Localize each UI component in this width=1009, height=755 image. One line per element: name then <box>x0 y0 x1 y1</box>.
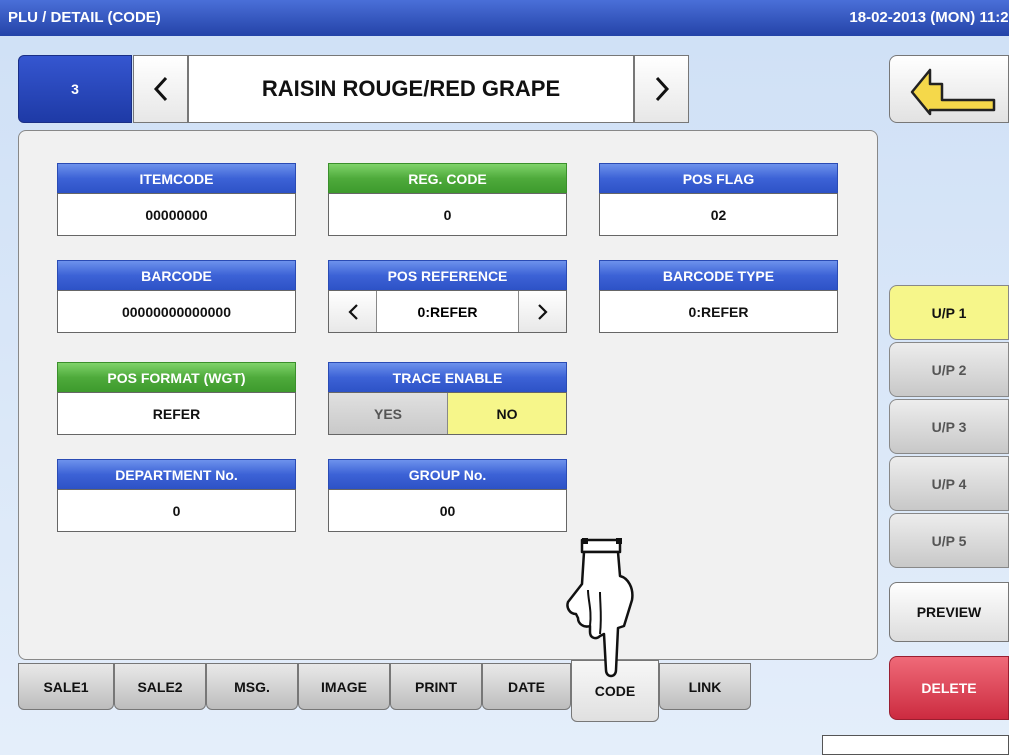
status-box <box>822 735 1009 755</box>
pos-reference-next-button[interactable] <box>518 291 566 332</box>
trace-enable-yes-button[interactable]: YES <box>329 393 448 434</box>
barcode-field[interactable]: BARCODE 00000000000000 <box>57 260 296 333</box>
department-value[interactable]: 0 <box>57 489 296 532</box>
plu-number[interactable]: 3 <box>18 55 132 123</box>
title-bar: PLU / DETAIL (CODE) 18-02-2013 (MON) 11:… <box>0 0 1009 36</box>
group-value[interactable]: 00 <box>328 489 567 532</box>
pos-format-label: POS FORMAT (WGT) <box>57 362 296 392</box>
pos-reference-stepper: 0:REFER <box>328 290 567 333</box>
unit-price-3-button[interactable]: U/P 3 <box>889 399 1009 454</box>
unit-price-5-button[interactable]: U/P 5 <box>889 513 1009 568</box>
itemcode-value[interactable]: 00000000 <box>57 193 296 236</box>
pos-reference-prev-button[interactable] <box>329 291 377 332</box>
barcode-type-field[interactable]: BARCODE TYPE 0:REFER <box>599 260 838 333</box>
unit-price-2-button[interactable]: U/P 2 <box>889 342 1009 397</box>
chevron-left-icon <box>153 76 167 102</box>
plu-name: RAISIN ROUGE/RED GRAPE <box>188 55 634 123</box>
tab-sale2[interactable]: SALE2 <box>114 663 206 710</box>
barcode-label: BARCODE <box>57 260 296 290</box>
pos-reference-label: POS REFERENCE <box>328 260 567 290</box>
barcode-value[interactable]: 00000000000000 <box>57 290 296 333</box>
unit-price-4-button[interactable]: U/P 4 <box>889 456 1009 511</box>
hand-pointer-icon <box>566 538 634 678</box>
trace-enable-toggle: YES NO <box>328 392 567 435</box>
code-detail-panel: ITEMCODE 00000000 REG. CODE 0 POS FLAG 0… <box>18 130 878 660</box>
reg-code-value[interactable]: 0 <box>328 193 567 236</box>
pos-reference-value: 0:REFER <box>417 303 478 320</box>
tab-msg[interactable]: MSG. <box>206 663 298 710</box>
pos-flag-field[interactable]: POS FLAG 02 <box>599 163 838 236</box>
pos-format-value[interactable]: REFER <box>57 392 296 435</box>
screen-title: PLU / DETAIL (CODE) <box>8 9 161 26</box>
reg-code-field[interactable]: REG. CODE 0 <box>328 163 567 236</box>
tab-sale1[interactable]: SALE1 <box>18 663 114 710</box>
date-time: 18-02-2013 (MON) 11:29 <box>849 9 1009 26</box>
group-label: GROUP No. <box>328 459 567 489</box>
chevron-right-icon <box>655 76 669 102</box>
pos-reference-field: POS REFERENCE 0:REFER <box>328 260 567 333</box>
tab-date[interactable]: DATE <box>482 663 571 710</box>
delete-button[interactable]: DELETE <box>889 656 1009 720</box>
chevron-right-icon <box>537 303 548 320</box>
tab-print[interactable]: PRINT <box>390 663 482 710</box>
trace-enable-no-button[interactable]: NO <box>448 393 566 434</box>
unit-price-1-button[interactable]: U/P 1 <box>889 285 1009 340</box>
trace-enable-label: TRACE ENABLE <box>328 362 567 392</box>
itemcode-field[interactable]: ITEMCODE 00000000 <box>57 163 296 236</box>
prev-plu-button[interactable] <box>133 55 188 123</box>
return-arrow-icon <box>910 68 996 116</box>
preview-button[interactable]: PREVIEW <box>889 582 1009 642</box>
pos-format-field[interactable]: POS FORMAT (WGT) REFER <box>57 362 296 435</box>
tab-link[interactable]: LINK <box>659 663 751 710</box>
back-button[interactable] <box>889 55 1009 123</box>
pos-flag-value[interactable]: 02 <box>599 193 838 236</box>
trace-enable-field: TRACE ENABLE YES NO <box>328 362 567 435</box>
itemcode-label: ITEMCODE <box>57 163 296 193</box>
pos-flag-label: POS FLAG <box>599 163 838 193</box>
reg-code-label: REG. CODE <box>328 163 567 193</box>
department-field[interactable]: DEPARTMENT No. 0 <box>57 459 296 532</box>
group-field[interactable]: GROUP No. 00 <box>328 459 567 532</box>
chevron-left-icon <box>347 303 358 320</box>
barcode-type-value[interactable]: 0:REFER <box>599 290 838 333</box>
barcode-type-label: BARCODE TYPE <box>599 260 838 290</box>
tab-image[interactable]: IMAGE <box>298 663 390 710</box>
department-label: DEPARTMENT No. <box>57 459 296 489</box>
next-plu-button[interactable] <box>634 55 689 123</box>
